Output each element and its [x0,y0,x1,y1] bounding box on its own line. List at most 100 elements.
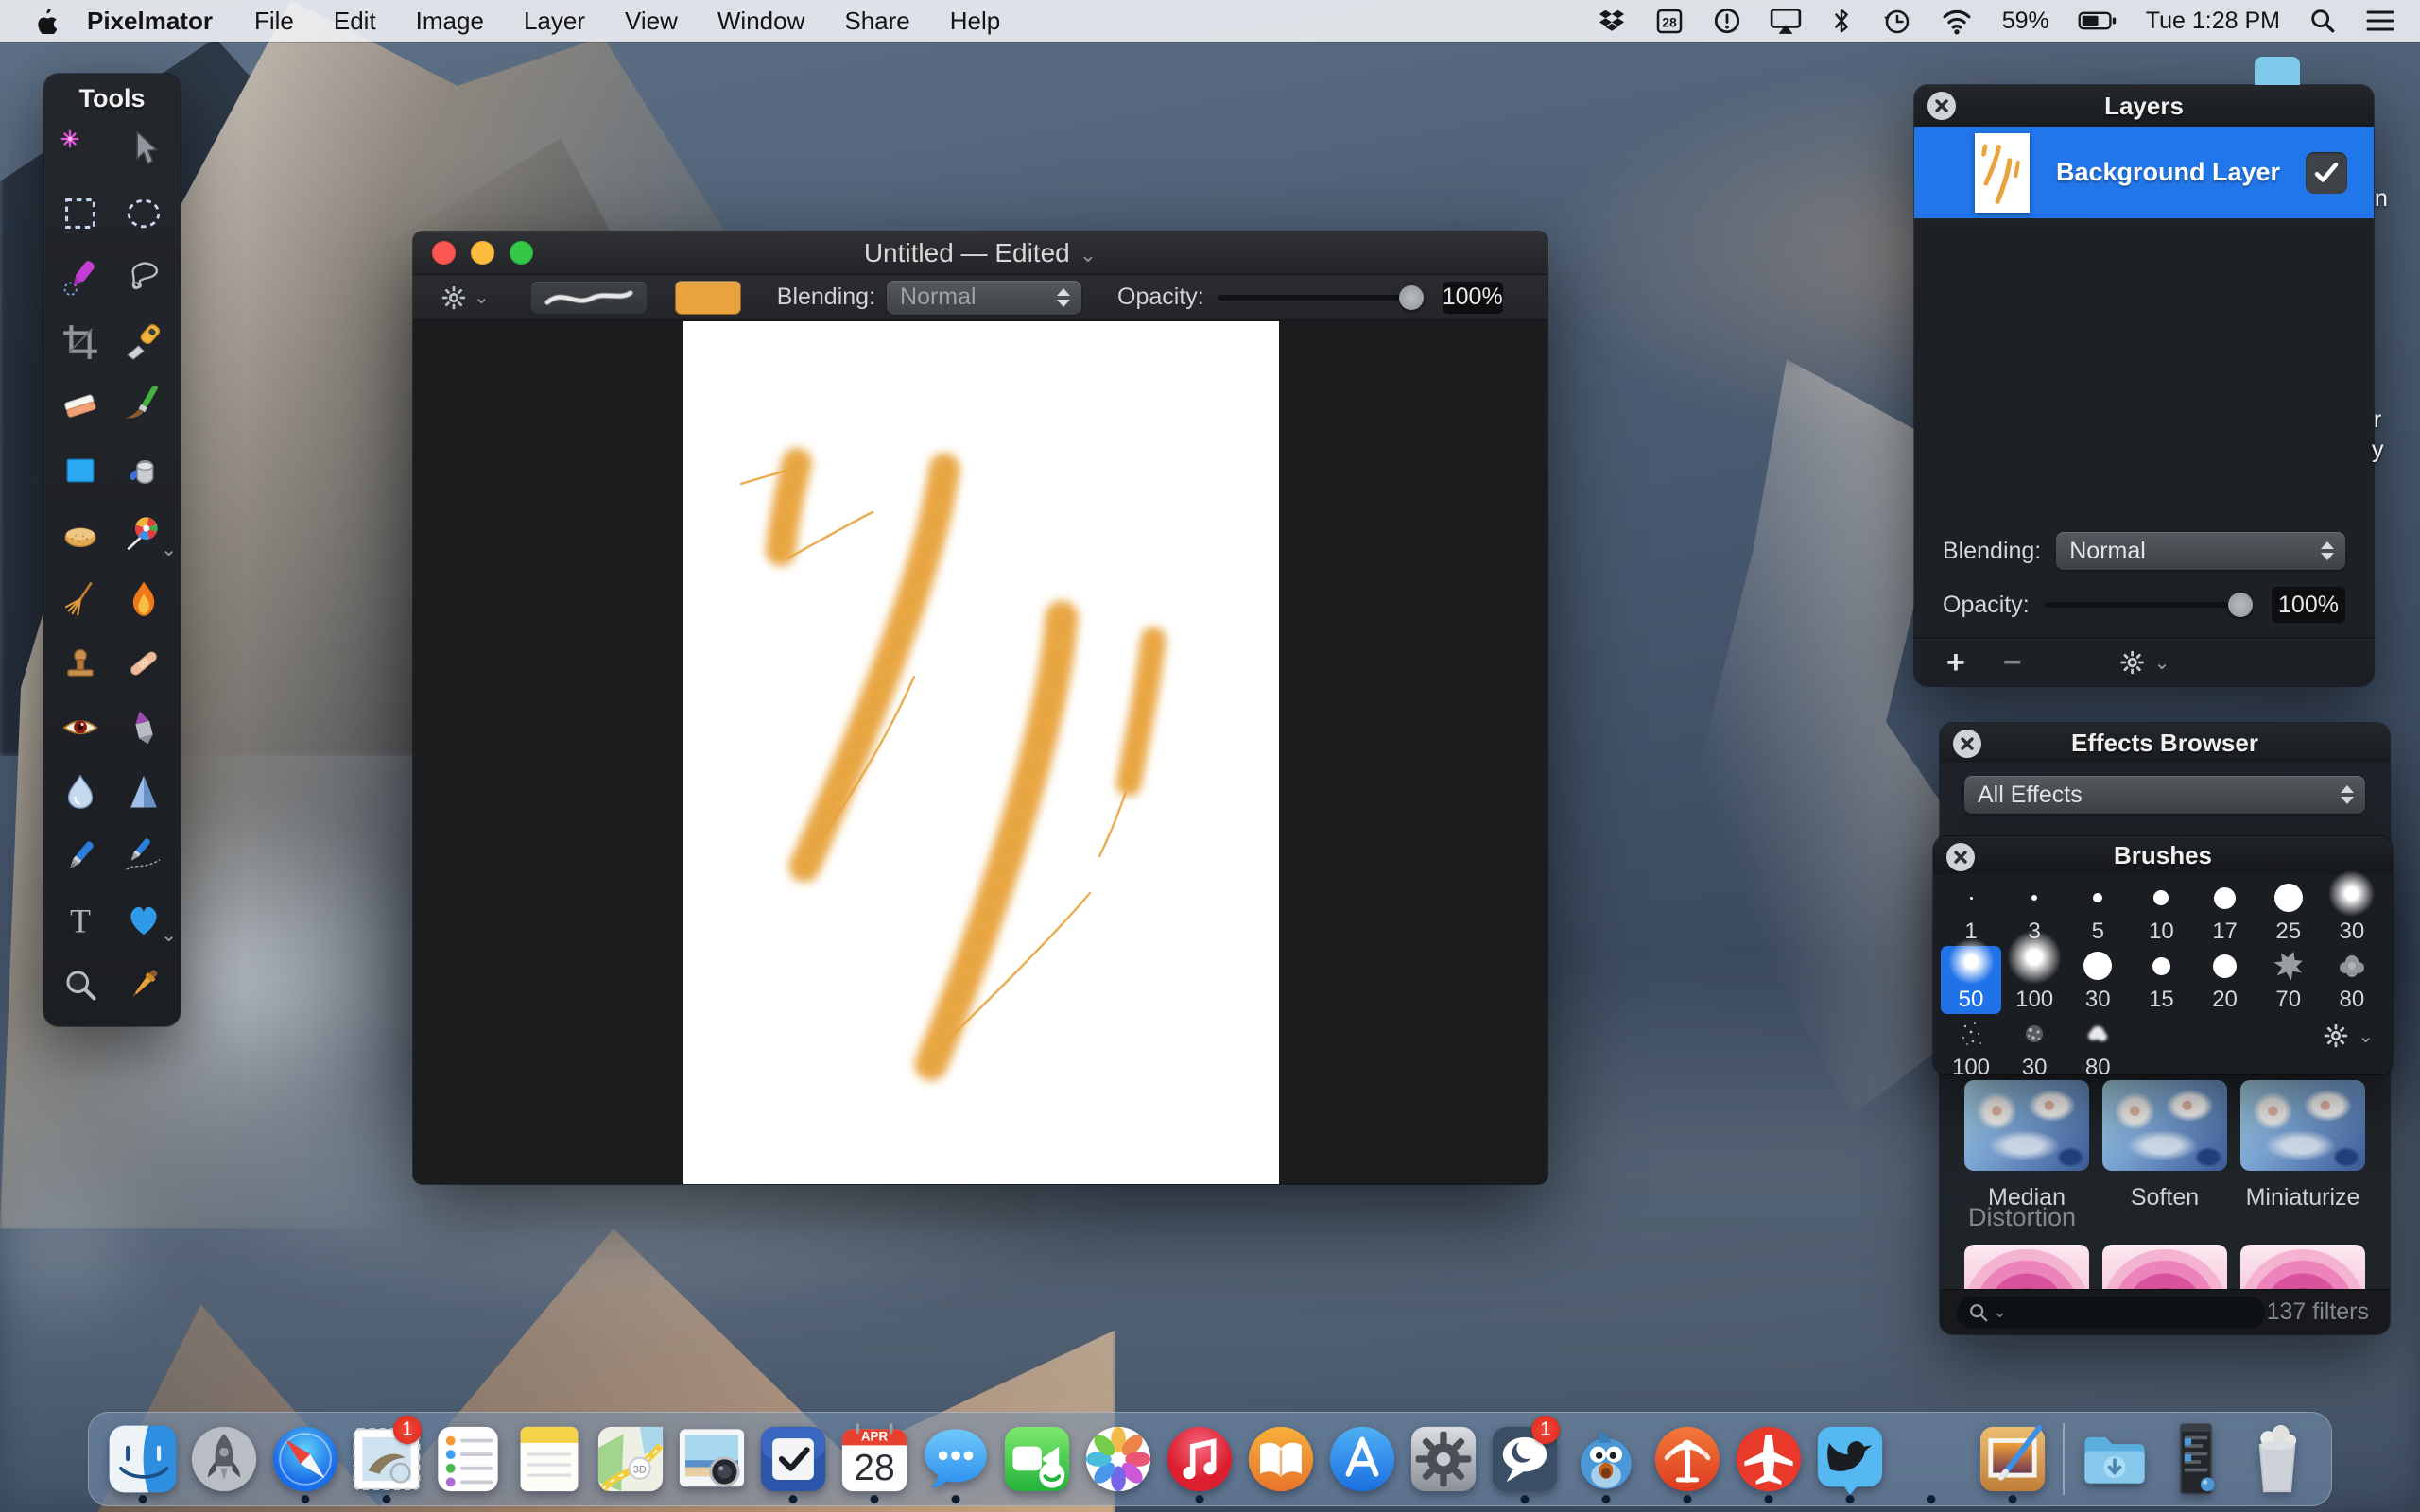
brush-30[interactable]: 30 [2322,878,2382,946]
shape-tool[interactable] [49,448,112,493]
dock-launchpad-icon[interactable] [183,1414,265,1504]
dock-ibooks-icon[interactable] [1240,1414,1322,1504]
layer-row-background-layer[interactable]: Background Layer [1914,127,2374,218]
ellipse-marquee-tool[interactable] [112,191,176,236]
remove-layer-button[interactable]: − [2003,646,2022,679]
clone-stamp-tool[interactable] [49,641,112,686]
info-icon[interactable] [1713,7,1741,35]
opacity-slider-knob[interactable] [1399,285,1424,310]
dock-podcast-app-icon[interactable] [1647,1414,1728,1504]
effect-item-miniaturize[interactable]: Miniaturize [2240,1080,2365,1211]
layers-opacity-slider[interactable] [2045,602,2253,608]
dock-calendar-icon[interactable]: APR28 [834,1414,915,1504]
sharpen-tool[interactable] [112,769,176,815]
effect-item-soften[interactable]: Soften [2102,1080,2227,1211]
smudge-tool[interactable] [112,705,176,750]
brush-20[interactable]: 20 [2195,946,2256,1014]
wifi-icon[interactable] [1940,7,1974,35]
color-swatch[interactable] [675,281,741,315]
menu-view[interactable]: View [625,7,678,35]
dock-minimized-window-icon[interactable] [2155,1414,2237,1504]
dock-things-icon[interactable] [752,1414,834,1504]
battery-icon[interactable] [2078,9,2118,33]
menu-file[interactable]: File [254,7,294,35]
dropbox-icon[interactable] [1598,7,1626,35]
effects-search-input[interactable]: ⌄ [1957,1297,2265,1329]
spotlight-icon[interactable] [2308,7,2337,35]
sponge-tool[interactable] [49,512,112,558]
brush-80[interactable]: 80 [2067,1014,2128,1082]
dock-itunes-icon[interactable] [1159,1414,1240,1504]
add-layer-button[interactable]: + [1946,646,1965,679]
effects-category-dropdown[interactable]: All Effects [1964,776,2365,814]
window-titlebar[interactable]: Untitled — Edited⌄ [413,232,1547,275]
menu-clock[interactable]: Tue 1:28 PM [2146,8,2280,35]
airplay-icon[interactable] [1770,7,1802,35]
dust-brush-tool[interactable] [49,576,112,622]
burn-tool[interactable] [112,576,176,622]
dock-trash-icon[interactable] [2237,1414,2318,1504]
dock-system-preferences-icon[interactable] [1403,1414,1484,1504]
brush-30[interactable]: 30 [2004,1014,2065,1082]
lollipop-tool[interactable]: ⌄ [112,512,176,558]
dock-twitterrific-icon[interactable] [1565,1414,1647,1504]
lasso-tool[interactable] [112,255,176,301]
brush-100[interactable]: 100 [2004,946,2065,1014]
brush-50-selected[interactable]: 50 [1941,946,2001,1014]
menu-help[interactable]: Help [950,7,1000,35]
brush-10[interactable]: 10 [2131,878,2191,946]
notification-list-icon[interactable] [2365,8,2395,34]
dock-chat-app-icon[interactable]: 1 [1484,1414,1565,1504]
freeform-pen-tool[interactable] [112,833,176,879]
brush-25[interactable]: 25 [2258,878,2319,946]
menu-image[interactable]: Image [416,7,484,35]
apple-menu-icon[interactable] [34,8,57,34]
brush-1[interactable]: 1 [1941,878,2001,946]
quick-select-tool[interactable] [49,255,112,301]
active-app-name[interactable]: Pixelmator [87,7,213,36]
calendar-icon[interactable]: 28 [1654,6,1685,36]
dock-mail-icon[interactable]: 1 [346,1414,427,1504]
zoom-tool[interactable] [49,962,112,1007]
layers-opacity-knob[interactable] [2228,593,2253,617]
bluetooth-icon[interactable] [1830,7,1853,35]
menu-layer[interactable]: Layer [524,7,585,35]
dock-notes-icon[interactable] [509,1414,590,1504]
dock-safari-icon[interactable] [265,1414,346,1504]
dock-finder-icon[interactable] [102,1414,183,1504]
dock-twitter-icon[interactable] [1809,1414,1891,1504]
dock-pixelmator-icon[interactable] [1972,1414,2053,1504]
move-tool[interactable] [112,127,176,172]
brush-5[interactable]: 5 [2067,878,2128,946]
time-machine-icon[interactable] [1881,6,1911,36]
title-chevron-icon[interactable]: ⌄ [1080,243,1097,266]
dock-photos-icon[interactable] [1078,1414,1159,1504]
blur-tool[interactable] [49,769,112,815]
menu-share[interactable]: Share [844,7,909,35]
brush-15[interactable]: 15 [2131,946,2191,1014]
menu-window[interactable]: Window [717,7,804,35]
blending-dropdown[interactable]: Normal [887,281,1081,315]
shapes-heart-tool[interactable]: ⌄ [112,898,176,943]
brush-17[interactable]: 17 [2195,878,2256,946]
brushes-gear-menu[interactable]: ⌄ [2322,1022,2374,1050]
layers-gear-menu[interactable]: ⌄ [2118,648,2170,677]
brush-100[interactable]: 100 [1941,1014,2001,1082]
dock-reminders-icon[interactable] [427,1414,509,1504]
brush-30[interactable]: 30 [2067,946,2128,1014]
heal-tool[interactable] [112,641,176,686]
effect-item-median[interactable]: Median [1964,1080,2089,1211]
dock-chrome-icon[interactable] [1891,1414,1972,1504]
magic-wand-tool[interactable] [49,127,112,172]
dock-iphoto-icon[interactable] [671,1414,752,1504]
canvas[interactable] [683,321,1279,1184]
eraser-tool[interactable] [49,384,112,429]
eyedropper-tool[interactable] [112,962,176,1007]
type-tool[interactable]: T [49,898,112,943]
search-scope-chevron-icon[interactable]: ⌄ [1993,1302,2007,1322]
dock-facetime-icon[interactable] [996,1414,1078,1504]
close-panel-icon[interactable] [1927,92,1956,120]
close-panel-icon[interactable] [1953,730,1981,758]
dock-downloads-folder-icon[interactable] [2074,1414,2155,1504]
close-panel-icon[interactable] [1946,843,1975,871]
